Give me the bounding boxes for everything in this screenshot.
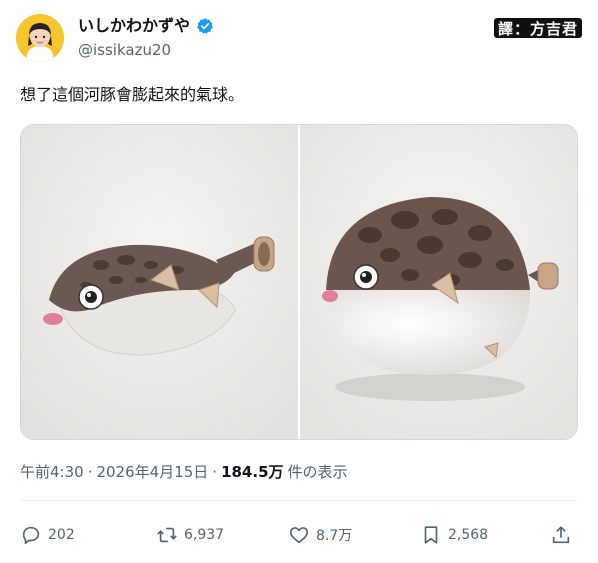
verified-badge-icon — [196, 17, 214, 35]
share-icon — [552, 526, 570, 544]
like-icon — [289, 527, 309, 544]
retweet-count: 6,937 — [184, 527, 225, 543]
tweet-meta: 午前4:30 · 2026年4月15日 · 184.5万 件の表示 — [20, 462, 348, 482]
meta-separator: · — [87, 463, 93, 481]
tweet-header: いしかわかずや @issikazu20 譯：方吉君 — [16, 14, 582, 64]
reply-icon — [22, 526, 40, 545]
action-bar: 202 6,937 8.7万 2,568 — [20, 520, 578, 550]
retweet-icon — [157, 527, 177, 543]
bookmark-icon — [424, 526, 438, 544]
bookmark-button[interactable]: 2,568 — [420, 520, 488, 550]
deflated-balloon-illustration — [21, 125, 298, 439]
meta-separator: · — [212, 463, 218, 481]
tweet-text: 想了這個河豚會膨起來的氣球。 — [20, 85, 245, 104]
tweet-time[interactable]: 午前4:30 — [20, 462, 84, 482]
tweet-media[interactable] — [20, 124, 578, 440]
bookmark-count: 2,568 — [448, 527, 489, 543]
inflated-balloon-illustration — [300, 125, 577, 439]
like-button[interactable]: 8.7万 — [288, 520, 352, 550]
avatar[interactable] — [16, 14, 64, 62]
like-count: 8.7万 — [316, 528, 353, 544]
avatar-image — [16, 14, 64, 62]
reply-button[interactable]: 202 — [20, 520, 75, 550]
user-handle[interactable]: @issikazu20 — [78, 40, 171, 60]
divider — [20, 500, 578, 501]
tweet-date[interactable]: 2026年4月15日 — [96, 462, 208, 482]
translator-watermark: 譯：方吉君 — [493, 18, 582, 38]
reply-count: 202 — [48, 527, 75, 543]
photo-inflated-pufferfish-balloon[interactable] — [300, 125, 577, 439]
retweet-button[interactable]: 6,937 — [156, 520, 224, 550]
display-name[interactable]: いしかわかずや — [78, 16, 190, 36]
photo-deflated-pufferfish-balloon[interactable] — [21, 125, 298, 439]
views-label: 件の表示 — [287, 463, 348, 481]
views-count: 184.5万 — [221, 463, 284, 481]
share-button[interactable] — [550, 520, 572, 550]
